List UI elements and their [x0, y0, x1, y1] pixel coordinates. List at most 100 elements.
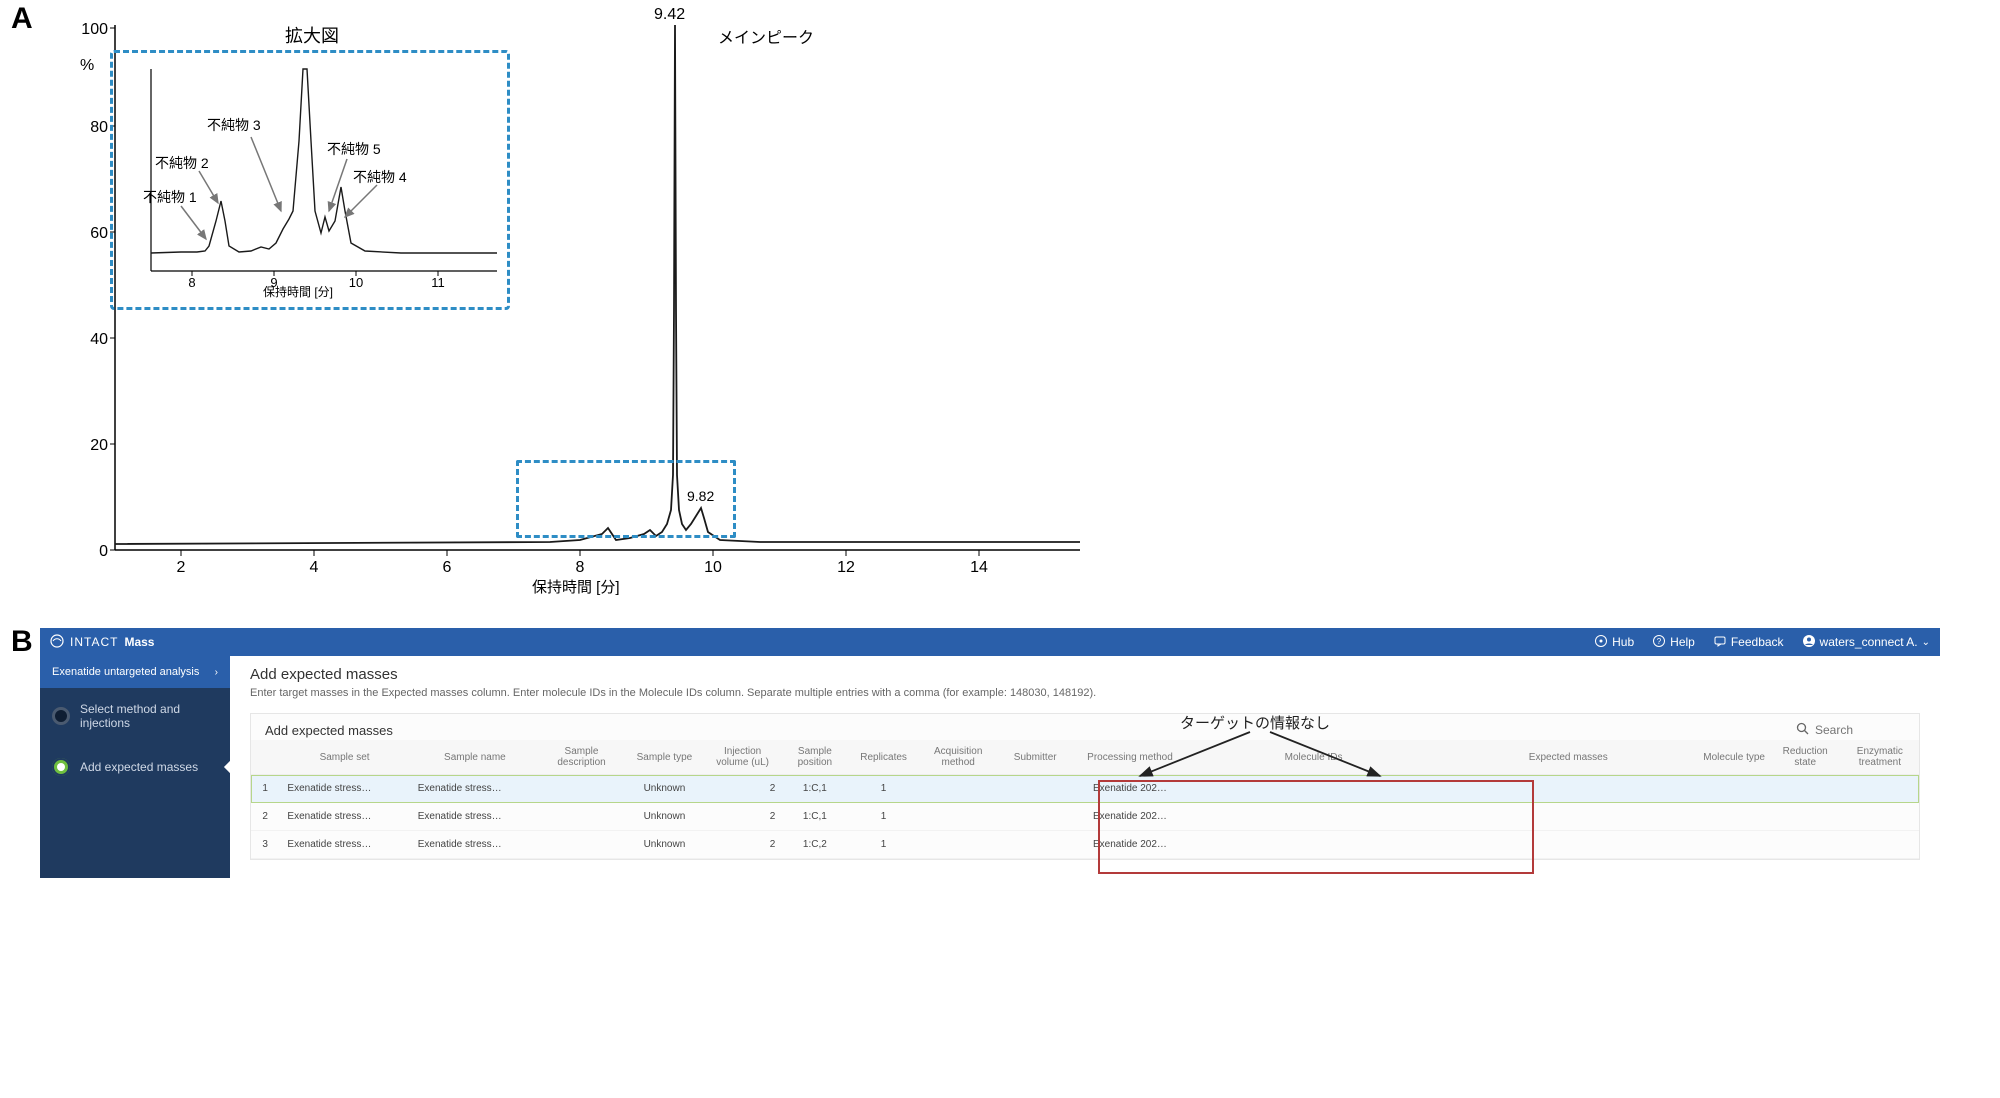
nav-help[interactable]: ? Help	[1652, 634, 1695, 651]
col-enzymatic[interactable]: Enzymatic treatment	[1841, 740, 1919, 775]
step1-label: Select method and injections	[80, 702, 218, 730]
table-cell	[917, 831, 1000, 859]
table-cell: 3	[251, 831, 279, 859]
svg-text:%: %	[80, 57, 94, 74]
panel-b: INTACT Mass Hub ? Help Feedback waters_c…	[40, 628, 1940, 878]
col-expmasses[interactable]: Expected masses	[1438, 740, 1699, 775]
panel-a: 0 20 40 60 80 100 % 2 4 6 8 10 12 14 9.4…	[60, 10, 1090, 610]
feedback-icon	[1713, 634, 1727, 651]
impurity-3-label: 不純物 3	[207, 115, 261, 135]
step-circle-icon	[52, 707, 70, 725]
table-cell	[1770, 775, 1841, 803]
table-cell	[1841, 803, 1919, 831]
chevron-right-icon: ›	[215, 667, 218, 678]
table-cell	[917, 803, 1000, 831]
search-box[interactable]	[1796, 722, 1905, 738]
impurity-5-label: 不純物 5	[327, 139, 381, 159]
impurity-1-label: 不純物 1	[143, 187, 197, 207]
table-cell: 1	[850, 803, 916, 831]
search-icon	[1796, 722, 1809, 738]
app-title: INTACT Mass	[50, 634, 154, 651]
svg-text:80: 80	[90, 119, 108, 136]
nav-feedback[interactable]: Feedback	[1713, 634, 1784, 651]
col-idx	[251, 740, 279, 775]
col-injvol[interactable]: Injection volume (uL)	[706, 740, 779, 775]
nav-user-label: waters_connect A.	[1820, 635, 1918, 649]
col-sampledesc[interactable]: Sample description	[540, 740, 623, 775]
zoom-region-box	[516, 460, 736, 538]
app-header: INTACT Mass Hub ? Help Feedback waters_c…	[40, 628, 1940, 656]
table-cell	[1699, 831, 1770, 859]
svg-text:8: 8	[576, 559, 585, 576]
nav-feedback-label: Feedback	[1731, 635, 1784, 649]
svg-text:4: 4	[310, 559, 319, 576]
table-header-row: Sample set Sample name Sample descriptio…	[251, 740, 1919, 775]
annotation-no-target: ターゲットの情報なし	[1180, 712, 1330, 733]
breadcrumb[interactable]: Exenatide untargeted analysis ›	[40, 656, 230, 688]
step-select-method[interactable]: Select method and injections	[40, 688, 230, 744]
col-sampletype[interactable]: Sample type	[623, 740, 706, 775]
svg-text:?: ?	[1657, 637, 1662, 646]
sidebar: Exenatide untargeted analysis › Select m…	[40, 656, 230, 878]
step-circle-active-icon	[52, 758, 70, 776]
table-cell	[540, 803, 623, 831]
table-cell: 1	[251, 775, 279, 803]
table-row[interactable]: 3Exenatide stress…Exenatide stress…Unkno…	[251, 831, 1919, 859]
table-cell	[1000, 803, 1071, 831]
nav-hub-label: Hub	[1612, 635, 1634, 649]
table-cell	[917, 775, 1000, 803]
table-cell	[1841, 775, 1919, 803]
col-acqmethod[interactable]: Acquisition method	[917, 740, 1000, 775]
table-cell: 2	[251, 803, 279, 831]
table-cell	[540, 831, 623, 859]
col-procmethod[interactable]: Processing method	[1071, 740, 1189, 775]
table-cell	[1841, 831, 1919, 859]
svg-text:0: 0	[99, 543, 108, 560]
table-cell: 1:C,1	[779, 775, 850, 803]
table-cell	[1770, 803, 1841, 831]
col-samplename[interactable]: Sample name	[410, 740, 540, 775]
table-cell: Exenatide stress…	[279, 775, 409, 803]
col-moltype[interactable]: Molecule type	[1699, 740, 1770, 775]
col-molids[interactable]: Molecule IDs	[1189, 740, 1438, 775]
waters-logo-icon	[50, 634, 64, 651]
page-heading: Add expected masses	[250, 666, 1920, 683]
svg-text:2: 2	[177, 559, 186, 576]
main-panel: Add expected masses Enter target masses …	[230, 656, 1940, 878]
col-redstate[interactable]: Reduction state	[1770, 740, 1841, 775]
table-cell	[1000, 775, 1071, 803]
nav-hub[interactable]: Hub	[1594, 634, 1634, 651]
table-cell	[1770, 831, 1841, 859]
col-replicates[interactable]: Replicates	[850, 740, 916, 775]
main-peak-name: メインピーク	[718, 24, 814, 48]
svg-text:40: 40	[90, 331, 108, 348]
table-cell: Unknown	[623, 831, 706, 859]
red-highlight-box	[1098, 780, 1534, 874]
chevron-down-icon: ⌄	[1922, 637, 1930, 648]
table-cell: 2	[706, 803, 779, 831]
inset-chromatogram: 8 9 10 11	[121, 61, 505, 305]
table-cell	[540, 775, 623, 803]
svg-text:10: 10	[349, 275, 363, 290]
brand-intact: INTACT	[70, 635, 118, 649]
table-row[interactable]: 1Exenatide stress…Exenatide stress…Unkno…	[251, 775, 1919, 803]
table-cell: 1	[850, 775, 916, 803]
table-cell: Exenatide stress…	[279, 831, 409, 859]
step-add-expected-masses[interactable]: Add expected masses	[40, 744, 230, 790]
col-sampleset[interactable]: Sample set	[279, 740, 409, 775]
svg-text:11: 11	[431, 275, 445, 290]
table-cell: Exenatide stress…	[410, 831, 540, 859]
impurity-4-label: 不純物 4	[353, 167, 407, 187]
table-cell: Exenatide stress…	[410, 803, 540, 831]
table-cell: 2	[706, 775, 779, 803]
table-cell: 1	[850, 831, 916, 859]
table-row[interactable]: 2Exenatide stress…Exenatide stress…Unkno…	[251, 803, 1919, 831]
search-input[interactable]	[1815, 723, 1905, 737]
col-submitter[interactable]: Submitter	[1000, 740, 1071, 775]
col-samplepos[interactable]: Sample position	[779, 740, 850, 775]
panel-a-label: A	[11, 2, 33, 36]
nav-user[interactable]: waters_connect A. ⌄	[1802, 634, 1930, 651]
svg-text:8: 8	[188, 275, 195, 290]
breadcrumb-label: Exenatide untargeted analysis	[52, 666, 199, 678]
brand-mass: Mass	[124, 635, 154, 649]
